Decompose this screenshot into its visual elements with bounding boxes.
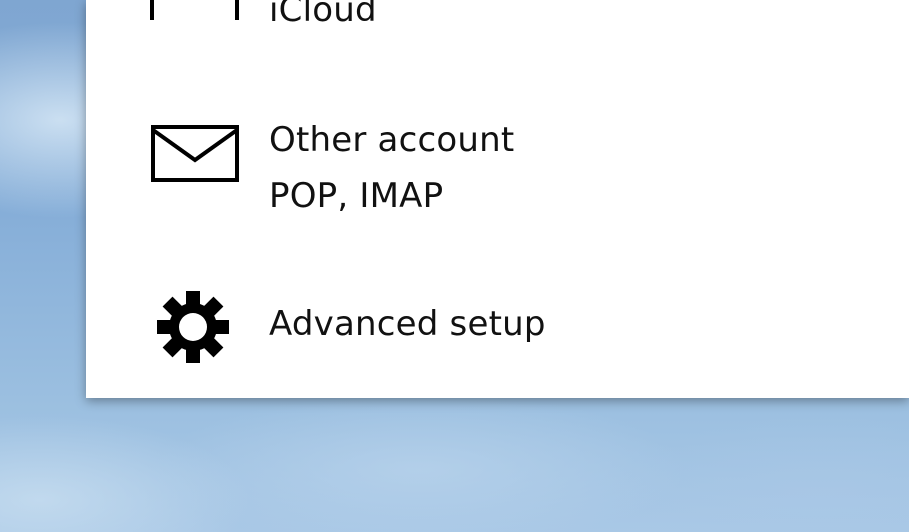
advanced-setup-option[interactable]: Advanced setup bbox=[86, 278, 909, 378]
box-outline-icon bbox=[150, 0, 239, 20]
other-account-label: Other account bbox=[269, 120, 515, 160]
add-account-panel: iCloud Other account POP, IMAP Advanced … bbox=[86, 0, 909, 398]
icloud-option[interactable]: iCloud bbox=[86, 0, 909, 32]
other-account-subtitle: POP, IMAP bbox=[269, 176, 444, 216]
advanced-setup-label: Advanced setup bbox=[269, 304, 546, 344]
envelope-icon bbox=[151, 125, 239, 182]
gear-icon bbox=[157, 291, 229, 363]
icloud-label: iCloud bbox=[269, 0, 377, 30]
other-account-option[interactable]: Other account POP, IMAP bbox=[86, 110, 909, 230]
